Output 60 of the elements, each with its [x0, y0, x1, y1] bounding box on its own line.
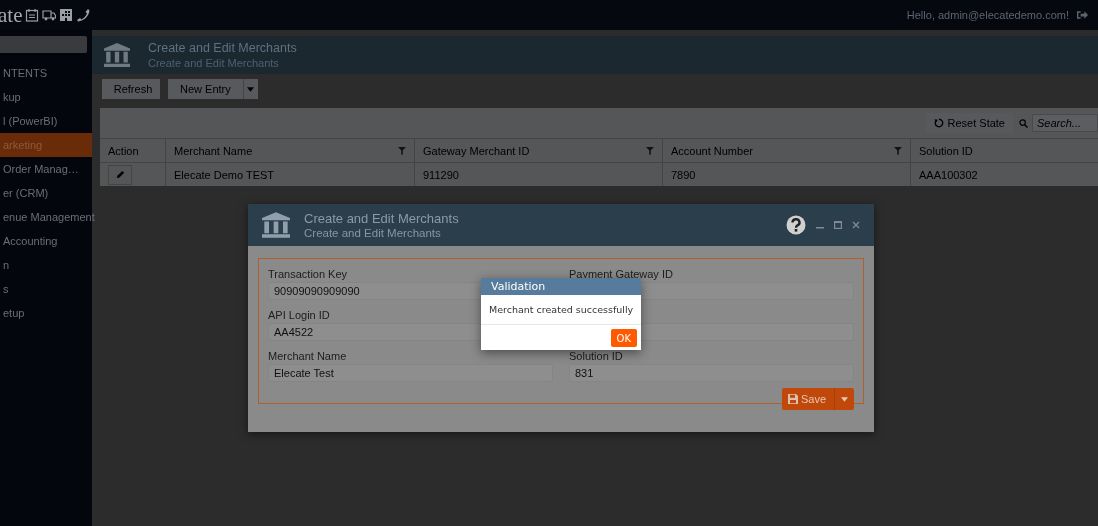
refresh-icon — [933, 118, 944, 128]
sidebar-item[interactable]: etup — [0, 301, 92, 325]
save-button[interactable]: Save — [781, 388, 834, 410]
sidebar-item[interactable]: n — [0, 253, 92, 277]
filter-icon[interactable] — [646, 146, 654, 155]
edit-button[interactable] — [108, 164, 132, 185]
ok-button[interactable]: OK — [610, 329, 637, 347]
pencil-icon — [115, 170, 125, 179]
page-subtitle: Create and Edit Merchants — [148, 57, 280, 69]
sidebar-item[interactable]: l (PowerBI) — [0, 109, 92, 133]
bank-icon — [104, 43, 130, 67]
save-split-button[interactable]: Save — [781, 388, 854, 410]
greeting-text: Hello, admin@elecatedemo.com! — [906, 9, 1069, 21]
column-header[interactable]: Gateway Merchant ID — [414, 139, 662, 162]
sidebar-heading: NTENTS — [2, 66, 48, 81]
sidebar-search-field[interactable] — [0, 36, 87, 53]
sidebar-item[interactable]: s — [0, 277, 92, 301]
field-label: API Login ID — [268, 308, 330, 321]
floppy-icon — [787, 394, 798, 404]
close-icon[interactable] — [852, 221, 860, 229]
column-header[interactable]: Merchant Name — [165, 139, 414, 162]
help-icon[interactable] — [786, 215, 806, 235]
caret-icon[interactable] — [247, 86, 255, 92]
filter-icon[interactable] — [398, 146, 406, 155]
column-header[interactable]: Action — [100, 139, 165, 162]
reset-state-button[interactable]: Reset State — [925, 113, 1013, 133]
truck-icon — [42, 8, 57, 22]
column-header[interactable]: Solution ID — [910, 139, 1098, 162]
calendar-icon — [25, 8, 40, 22]
filter-icon[interactable] — [894, 146, 902, 155]
bank-icon — [262, 212, 290, 238]
input-field[interactable]: Elecate Test — [268, 364, 553, 382]
field-label: Transaction Key — [268, 267, 348, 280]
table-cell: AAA100302 — [910, 163, 1098, 186]
table-cell: 911290 — [414, 163, 662, 186]
phone-icon — [76, 8, 91, 22]
caret-icon[interactable] — [841, 396, 848, 402]
sidebar-item[interactable]: kup — [0, 85, 92, 109]
column-header[interactable]: Account Number — [662, 139, 910, 162]
sidebar-item[interactable]: Order Manag… — [0, 157, 92, 181]
refresh-button[interactable]: Refresh — [102, 79, 160, 99]
search-field[interactable]: Search... — [1032, 114, 1098, 132]
dialog-title: Validation — [491, 280, 546, 293]
search-icon — [1019, 118, 1028, 128]
field-label: Payment Gateway ID — [569, 267, 673, 280]
table-cell: Elecate Demo TEST — [165, 163, 414, 186]
field-label: Merchant Name — [268, 349, 347, 362]
sidebar-item[interactable]: Accounting — [0, 229, 92, 253]
field-label: Solution ID — [569, 349, 623, 362]
table-cell: 7890 — [662, 163, 910, 186]
sidebar-item[interactable]: er (CRM) — [0, 181, 92, 205]
modal-title: Create and Edit Merchants — [304, 211, 459, 226]
maximize-icon[interactable] — [834, 221, 842, 229]
input-field[interactable]: 831 — [569, 364, 854, 382]
page-title: Create and Edit Merchants — [148, 41, 297, 55]
logout-icon[interactable] — [1077, 10, 1088, 20]
new-entry-split-button[interactable]: New Entry — [168, 79, 258, 99]
building-icon — [59, 8, 74, 22]
modal-subtitle: Create and Edit Merchants — [304, 227, 442, 239]
dialog-message: Merchant created successfully — [489, 304, 634, 315]
